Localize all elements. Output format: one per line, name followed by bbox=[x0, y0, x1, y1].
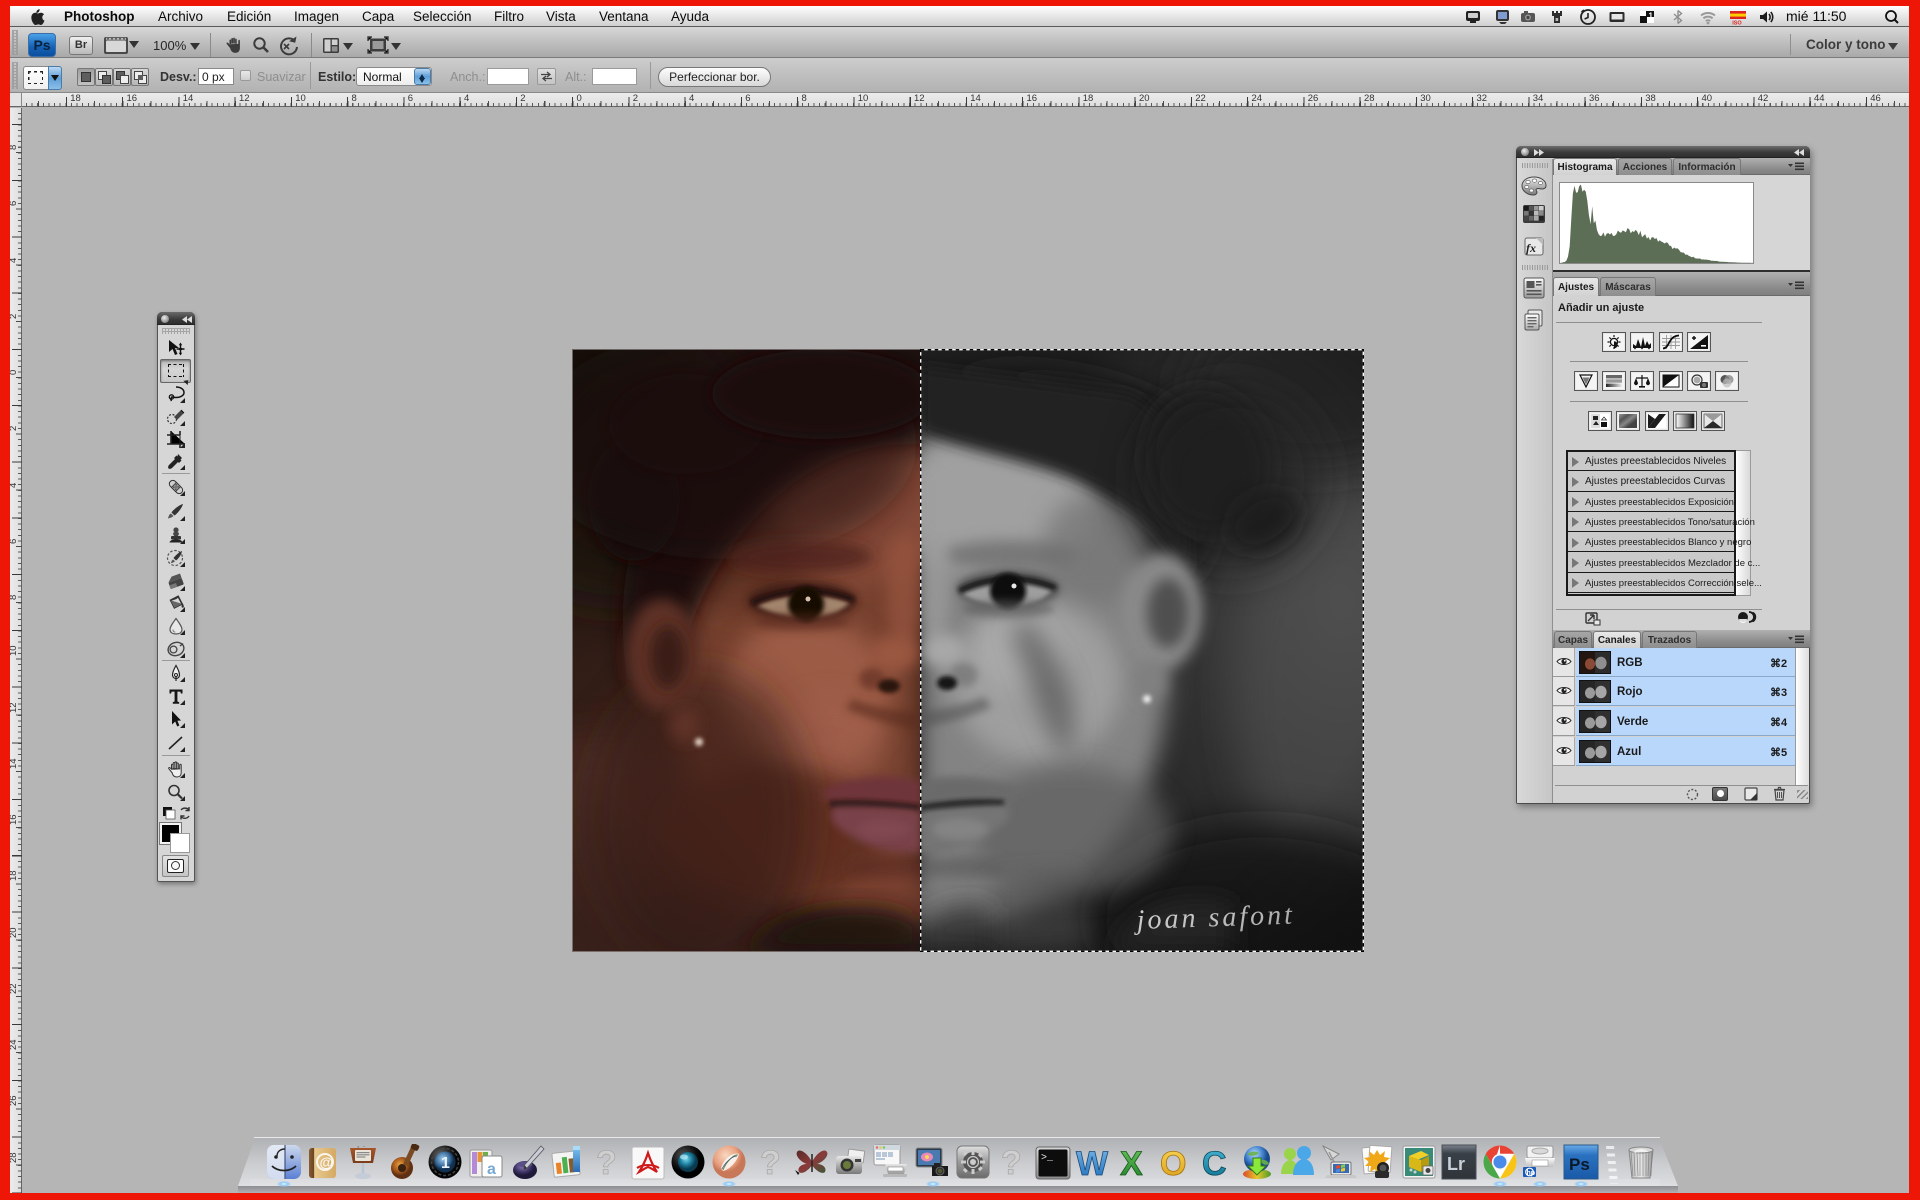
svg-text:hp: hp bbox=[1527, 1170, 1536, 1177]
svg-text:>_: >_ bbox=[1041, 1153, 1054, 1164]
svg-text:C: C bbox=[1202, 1146, 1227, 1180]
svg-text:@: @ bbox=[320, 1154, 334, 1170]
svg-text:Lr: Lr bbox=[1447, 1154, 1465, 1174]
svg-text:W: W bbox=[1076, 1146, 1109, 1180]
svg-text:a: a bbox=[487, 1161, 496, 1178]
svg-text:X: X bbox=[1120, 1146, 1143, 1180]
svg-text:O: O bbox=[1160, 1146, 1186, 1180]
svg-text:Ps: Ps bbox=[1569, 1155, 1590, 1174]
svg-text:1: 1 bbox=[441, 1155, 450, 1172]
svg-text:fx: fx bbox=[1526, 241, 1536, 255]
svg-text:?: ? bbox=[596, 1144, 617, 1180]
svg-text:ISO: ISO bbox=[1732, 21, 1742, 26]
svg-text:1: 1 bbox=[1649, 12, 1654, 21]
svg-text:?: ? bbox=[760, 1144, 781, 1180]
svg-text:?: ? bbox=[1001, 1144, 1022, 1180]
